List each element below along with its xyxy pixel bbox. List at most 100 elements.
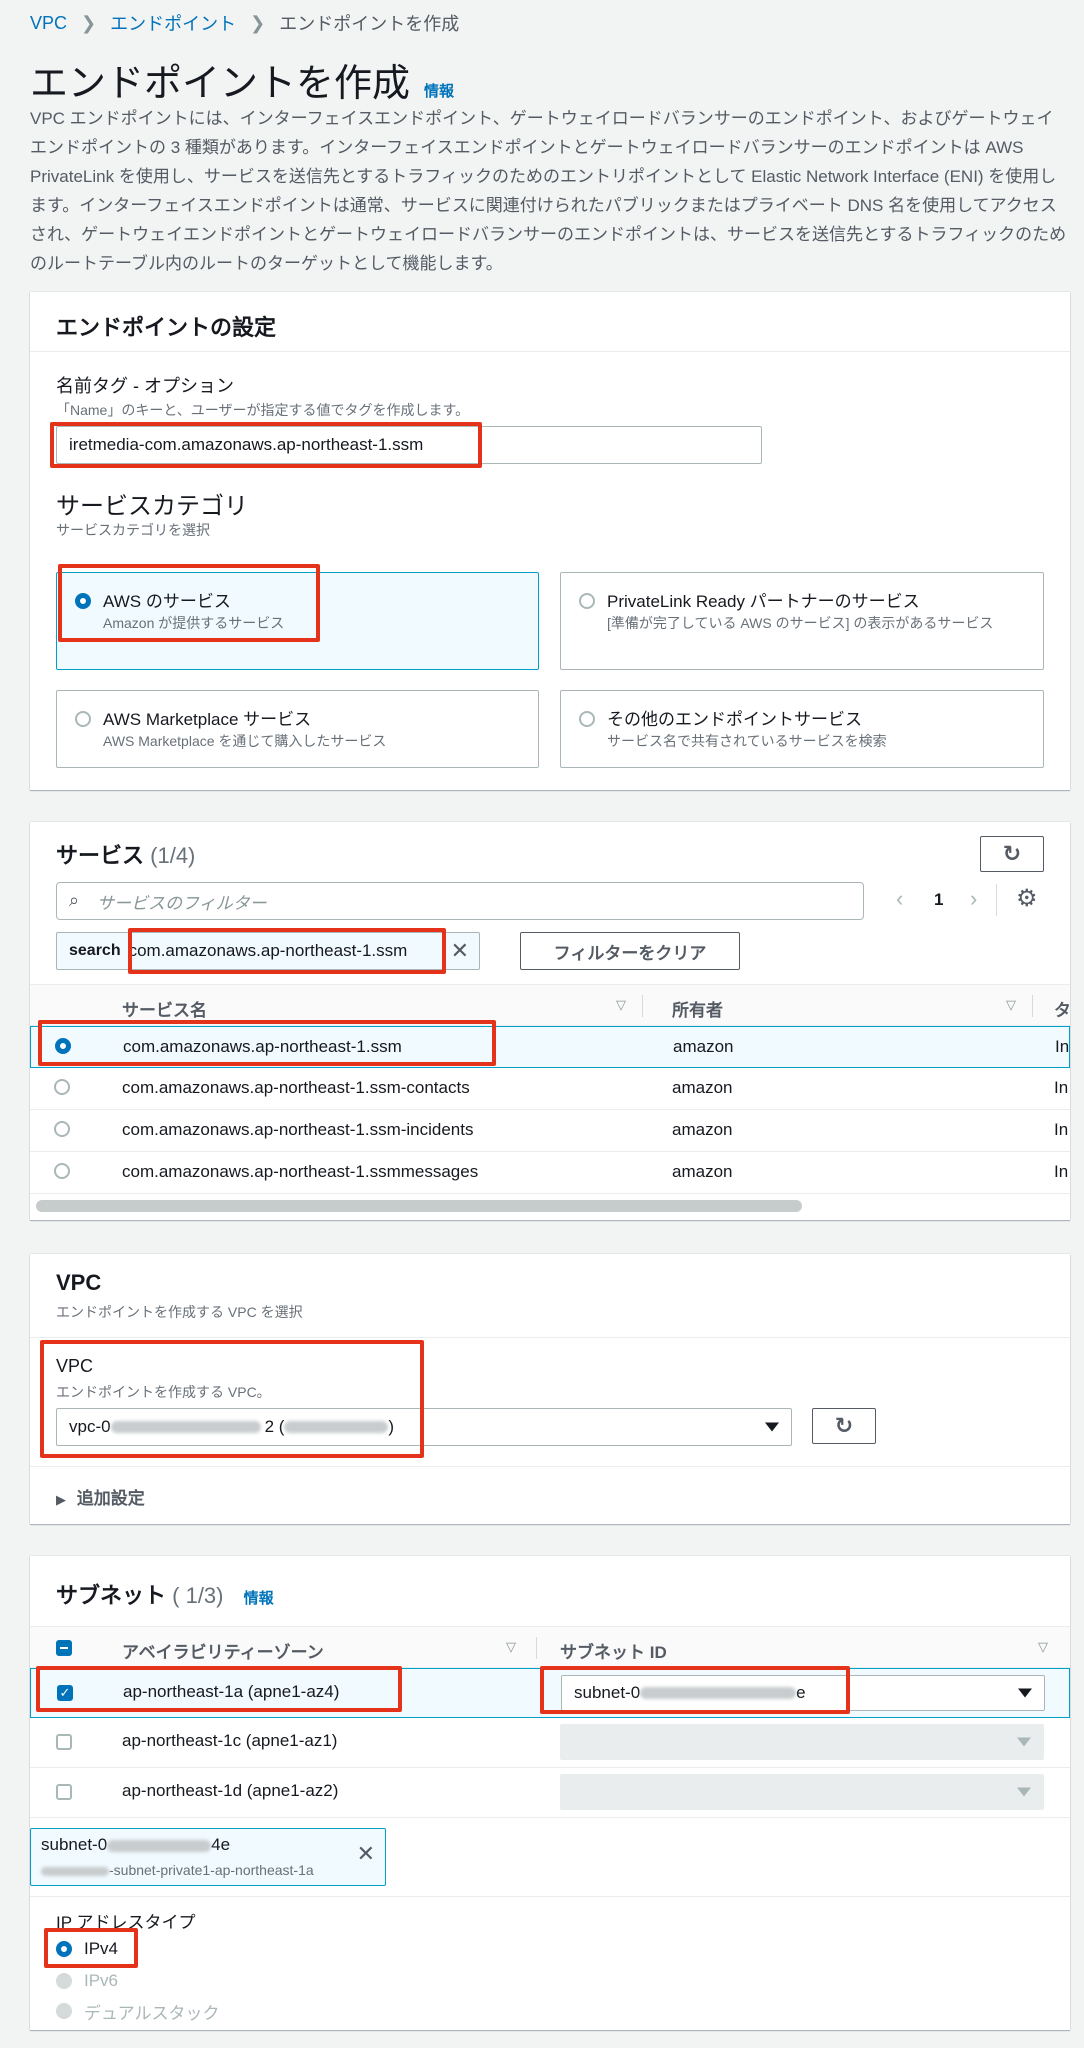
- gear-icon[interactable]: ⚙: [1016, 884, 1038, 913]
- caret-down-icon: [1018, 1689, 1032, 1698]
- info-link[interactable]: 情報: [230, 1590, 274, 1607]
- page-number[interactable]: 1: [934, 890, 943, 910]
- category-desc: [準備が完了している AWS のサービス] の表示があるサービス: [607, 613, 1027, 633]
- col-az[interactable]: アベイラビリティーゾーン: [122, 1638, 324, 1663]
- row-radio[interactable]: [54, 1121, 70, 1137]
- name-tag-label: 名前タグ - オプション: [56, 372, 234, 398]
- col-type[interactable]: タ: [1054, 996, 1070, 1021]
- category-title: AWS Marketplace サービス: [103, 705, 311, 730]
- divider: [1032, 995, 1033, 1017]
- horizontal-scrollbar[interactable]: [36, 1200, 802, 1212]
- ip-option-ipv6: IPv6: [56, 1968, 118, 1994]
- ip-option-label: IPv6: [72, 1971, 118, 1991]
- chevron-right-icon[interactable]: ›: [970, 886, 977, 912]
- row-radio[interactable]: [54, 1079, 70, 1095]
- subnets-title: サブネット: [56, 1583, 166, 1608]
- breadcrumb-endpoints[interactable]: エンドポイント: [110, 10, 236, 36]
- service-owner: amazon: [673, 1037, 733, 1057]
- page-title-row: エンドポイントを作成 情報: [30, 52, 454, 107]
- category-title: その他のエンドポイントサービス: [607, 705, 862, 730]
- az-name: ap-northeast-1c (apne1-az1): [122, 1731, 337, 1751]
- endpoint-settings-panel: エンドポイントの設定 名前タグ - オプション 「Name」のキーと、ユーザーが…: [30, 292, 1070, 790]
- col-subnet-id[interactable]: サブネット ID: [560, 1638, 667, 1663]
- filter-placeholder: サービスのフィルター: [97, 889, 267, 914]
- subnet-token: subnet-04e -subnet-private1-ap-northeast…: [30, 1828, 386, 1886]
- additional-settings-toggle[interactable]: ▶ 追加設定: [56, 1484, 145, 1509]
- service-category-label: サービスカテゴリ: [56, 486, 248, 521]
- token-subnet-id: subnet-04e: [41, 1835, 230, 1855]
- divider: [30, 1466, 1070, 1467]
- table-row[interactable]: ap-northeast-1d (apne1-az2): [30, 1768, 1070, 1818]
- panel-title: サービス (1/4): [56, 838, 195, 870]
- page-title: エンドポイントを作成: [30, 52, 410, 107]
- breadcrumb-vpc[interactable]: VPC: [30, 13, 67, 34]
- additional-settings-label: 追加設定: [71, 1489, 145, 1508]
- highlight-box: [36, 1666, 402, 1712]
- ip-option-dualstack: デュアルスタック: [56, 1998, 220, 2024]
- clear-filter-button[interactable]: フィルターをクリア: [520, 932, 740, 970]
- sort-icon[interactable]: ▽: [1038, 1639, 1048, 1655]
- service-owner: amazon: [672, 1078, 732, 1098]
- close-icon[interactable]: ✕: [451, 938, 479, 964]
- radio[interactable]: [579, 711, 595, 727]
- service-name: com.amazonaws.ap-northeast-1.ssm-contact…: [122, 1078, 470, 1098]
- caret-down-icon: [1017, 1738, 1031, 1747]
- sort-icon[interactable]: ▽: [616, 997, 626, 1013]
- table-row[interactable]: com.amazonaws.ap-northeast-1.ssm-contact…: [30, 1068, 1070, 1110]
- caret-down-icon: [765, 1423, 779, 1432]
- info-link[interactable]: 情報: [424, 80, 454, 101]
- subnet-select: [560, 1724, 1044, 1760]
- divider: [30, 1896, 1070, 1897]
- radio[interactable]: [579, 593, 595, 609]
- vpc-panel: VPC エンドポイントを作成する VPC を選択 VPC エンドポイントを作成す…: [30, 1254, 1070, 1524]
- radio-disabled: [56, 1973, 72, 1989]
- refresh-button[interactable]: ↻: [812, 1408, 876, 1444]
- divider: [996, 884, 997, 916]
- subnets-count: ( 1/3): [172, 1583, 223, 1608]
- services-count: (1/4): [150, 843, 195, 868]
- token-description: -subnet-private1-ap-northeast-1a: [41, 1862, 314, 1878]
- category-other-endpoint[interactable]: その他のエンドポイントサービス サービス名で共有されているサービスを検索: [560, 690, 1044, 768]
- category-desc: サービス名で共有されているサービスを検索: [607, 731, 887, 751]
- services-title: サービス: [56, 843, 144, 868]
- refresh-icon: ↻: [1003, 841, 1021, 867]
- select-all-checkbox[interactable]: [56, 1640, 72, 1656]
- table-row[interactable]: com.amazonaws.ap-northeast-1.ssm-inciden…: [30, 1110, 1070, 1152]
- radio-disabled: [56, 2003, 72, 2019]
- service-category-description: サービスカテゴリを選択: [56, 520, 210, 540]
- chevron-left-icon[interactable]: ‹: [896, 886, 903, 912]
- panel-title: サブネット ( 1/3) 情報: [56, 1578, 274, 1610]
- sort-icon[interactable]: ▽: [1006, 997, 1016, 1013]
- row-checkbox[interactable]: [56, 1734, 72, 1750]
- radio[interactable]: [75, 711, 91, 727]
- service-type: In: [1055, 1037, 1069, 1057]
- service-type: In: [1054, 1120, 1068, 1140]
- table-row[interactable]: com.amazonaws.ap-northeast-1.ssmmessages…: [30, 1152, 1070, 1194]
- service-filter-input[interactable]: ⌕ サービスのフィルター: [56, 882, 864, 920]
- caret-down-icon: [1017, 1788, 1031, 1797]
- category-desc: AWS Marketplace を通じて購入したサービス: [103, 731, 386, 751]
- category-privatelink-partner[interactable]: PrivateLink Ready パートナーのサービス [準備が完了している …: [560, 572, 1044, 670]
- token-suffix: 4e: [211, 1835, 230, 1854]
- service-owner: amazon: [672, 1120, 732, 1140]
- highlight-box: [128, 928, 446, 974]
- subnets-table-header: アベイラビリティーゾーン ▽ サブネット ID ▽: [30, 1626, 1070, 1668]
- category-title: PrivateLink Ready パートナーのサービス: [607, 587, 920, 612]
- service-type: In: [1054, 1162, 1068, 1182]
- redacted-text: [107, 1840, 211, 1852]
- services-panel: サービス (1/4) ↻ ⌕ サービスのフィルター ‹ 1 › ⚙ search…: [30, 822, 1070, 1220]
- category-aws-marketplace[interactable]: AWS Marketplace サービス AWS Marketplace を通じ…: [56, 690, 539, 768]
- close-icon[interactable]: ✕: [357, 1841, 375, 1867]
- row-checkbox[interactable]: [56, 1784, 72, 1800]
- highlight-box: [44, 1928, 138, 1968]
- col-service-name[interactable]: サービス名: [122, 996, 207, 1021]
- highlight-box: [40, 1340, 424, 1458]
- row-radio[interactable]: [54, 1163, 70, 1179]
- refresh-button[interactable]: ↻: [980, 836, 1044, 872]
- table-row[interactable]: ap-northeast-1c (apne1-az1): [30, 1718, 1070, 1768]
- highlight-box: [50, 422, 482, 468]
- col-owner[interactable]: 所有者: [672, 996, 723, 1021]
- page-description: VPC エンドポイントには、インターフェイスエンドポイント、ゲートウェイロードバ…: [30, 104, 1070, 278]
- sort-icon[interactable]: ▽: [506, 1639, 516, 1655]
- highlight-box: [540, 1666, 850, 1714]
